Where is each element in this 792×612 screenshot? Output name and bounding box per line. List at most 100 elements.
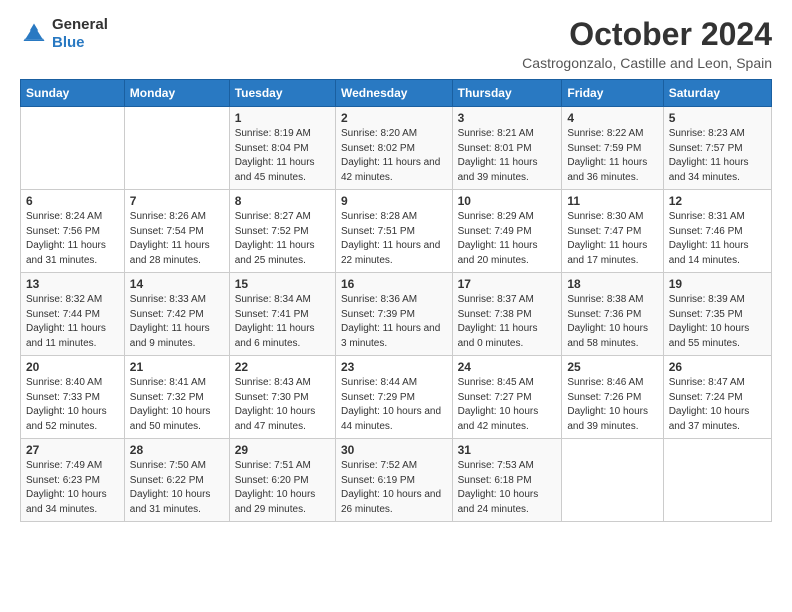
day-number: 5 [669, 111, 766, 125]
day-details: Sunrise: 8:39 AMSunset: 7:35 PMDaylight:… [669, 293, 766, 351]
header-day-saturday: Saturday [663, 80, 771, 107]
calendar-week-5: 27 Sunrise: 7:49 AMSunset: 6:23 PMDayligh… [21, 439, 772, 522]
day-details: Sunrise: 8:30 AMSunset: 7:47 PMDaylight:… [567, 210, 657, 268]
calendar-cell: 11 Sunrise: 8:30 AMSunset: 7:47 PMDayligh… [562, 190, 663, 273]
day-number: 4 [567, 111, 657, 125]
header-day-tuesday: Tuesday [229, 80, 335, 107]
day-number: 1 [235, 111, 330, 125]
day-number: 24 [458, 360, 557, 374]
calendar-cell: 31 Sunrise: 7:53 AMSunset: 6:18 PMDayligh… [452, 439, 562, 522]
calendar-cell: 18Sunrise: 8:38 AMSunset: 7:36 PMDayligh… [562, 273, 663, 356]
day-details: Sunrise: 8:36 AMSunset: 7:39 PMDaylight:… [341, 293, 447, 351]
day-number: 6 [26, 194, 119, 208]
header-day-sunday: Sunday [21, 80, 125, 107]
day-details: Sunrise: 8:22 AMSunset: 7:59 PMDaylight:… [567, 127, 657, 185]
day-details: Sunrise: 7:49 AMSunset: 6:23 PMDaylight:… [26, 459, 119, 517]
day-details: Sunrise: 8:28 AMSunset: 7:51 PMDaylight:… [341, 210, 447, 268]
day-details: Sunrise: 8:19 AMSunset: 8:04 PMDaylight:… [235, 127, 330, 185]
calendar-cell: 8Sunrise: 8:27 AMSunset: 7:52 PMDaylight… [229, 190, 335, 273]
calendar-cell: 13Sunrise: 8:32 AMSunset: 7:44 PMDayligh… [21, 273, 125, 356]
day-details: Sunrise: 8:37 AMSunset: 7:38 PMDaylight:… [458, 293, 557, 351]
day-number: 30 [341, 443, 447, 457]
day-number: 22 [235, 360, 330, 374]
day-details: Sunrise: 8:33 AMSunset: 7:42 PMDaylight:… [130, 293, 224, 351]
header-day-thursday: Thursday [452, 80, 562, 107]
main-title: October 2024 [522, 16, 772, 53]
day-details: Sunrise: 8:47 AMSunset: 7:24 PMDaylight:… [669, 376, 766, 434]
header: General Blue October 2024 Castrogonzalo,… [20, 16, 772, 71]
day-number: 25 [567, 360, 657, 374]
logo-text: General Blue [52, 16, 108, 52]
day-details: Sunrise: 7:52 AMSunset: 6:19 PMDaylight:… [341, 459, 447, 517]
logo-line1: General [52, 16, 108, 34]
day-details: Sunrise: 7:51 AMSunset: 6:20 PMDaylight:… [235, 459, 330, 517]
day-number: 7 [130, 194, 224, 208]
day-details: Sunrise: 8:43 AMSunset: 7:30 PMDaylight:… [235, 376, 330, 434]
calendar-cell: 6 Sunrise: 8:24 AMSunset: 7:56 PMDaylight… [21, 190, 125, 273]
calendar-cell: 17 Sunrise: 8:37 AMSunset: 7:38 PMDayligh… [452, 273, 562, 356]
day-details: Sunrise: 8:45 AMSunset: 7:27 PMDaylight:… [458, 376, 557, 434]
day-details: Sunrise: 8:29 AMSunset: 7:49 PMDaylight:… [458, 210, 557, 268]
calendar-cell: 7 Sunrise: 8:26 AMSunset: 7:54 PMDaylight… [124, 190, 229, 273]
day-details: Sunrise: 8:31 AMSunset: 7:46 PMDaylight:… [669, 210, 766, 268]
header-day-friday: Friday [562, 80, 663, 107]
calendar-header-row: SundayMondayTuesdayWednesdayThursdayFrid… [21, 80, 772, 107]
day-number: 16 [341, 277, 447, 291]
calendar-cell: 10Sunrise: 8:29 AMSunset: 7:49 PMDayligh… [452, 190, 562, 273]
day-details: Sunrise: 8:24 AMSunset: 7:56 PMDaylight:… [26, 210, 119, 268]
header-day-wednesday: Wednesday [335, 80, 452, 107]
day-number: 21 [130, 360, 224, 374]
day-number: 3 [458, 111, 557, 125]
calendar-cell: 24 Sunrise: 8:45 AMSunset: 7:27 PMDayligh… [452, 356, 562, 439]
calendar-cell [124, 107, 229, 190]
calendar-cell: 3 Sunrise: 8:21 AMSunset: 8:01 PMDaylight… [452, 107, 562, 190]
day-number: 27 [26, 443, 119, 457]
calendar-cell [663, 439, 771, 522]
day-number: 28 [130, 443, 224, 457]
calendar-cell: 2Sunrise: 8:20 AMSunset: 8:02 PMDaylight… [335, 107, 452, 190]
day-details: Sunrise: 7:53 AMSunset: 6:18 PMDaylight:… [458, 459, 557, 517]
day-details: Sunrise: 8:27 AMSunset: 7:52 PMDaylight:… [235, 210, 330, 268]
day-number: 15 [235, 277, 330, 291]
day-number: 31 [458, 443, 557, 457]
calendar-cell: 9 Sunrise: 8:28 AMSunset: 7:51 PMDaylight… [335, 190, 452, 273]
calendar-table: SundayMondayTuesdayWednesdayThursdayFrid… [20, 79, 772, 522]
day-number: 23 [341, 360, 447, 374]
calendar-cell: 12 Sunrise: 8:31 AMSunset: 7:46 PMDayligh… [663, 190, 771, 273]
calendar-cell: 28 Sunrise: 7:50 AMSunset: 6:22 PMDayligh… [124, 439, 229, 522]
calendar-cell: 26 Sunrise: 8:47 AMSunset: 7:24 PMDayligh… [663, 356, 771, 439]
calendar-cell: 14 Sunrise: 8:33 AMSunset: 7:42 PMDayligh… [124, 273, 229, 356]
day-details: Sunrise: 8:21 AMSunset: 8:01 PMDaylight:… [458, 127, 557, 185]
day-details: Sunrise: 8:26 AMSunset: 7:54 PMDaylight:… [130, 210, 224, 268]
calendar-cell: 5Sunrise: 8:23 AMSunset: 7:57 PMDaylight… [663, 107, 771, 190]
day-number: 14 [130, 277, 224, 291]
calendar-cell: 15 Sunrise: 8:34 AMSunset: 7:41 PMDayligh… [229, 273, 335, 356]
calendar-cell: 25 Sunrise: 8:46 AMSunset: 7:26 PMDayligh… [562, 356, 663, 439]
day-details: Sunrise: 8:34 AMSunset: 7:41 PMDaylight:… [235, 293, 330, 351]
day-details: Sunrise: 7:50 AMSunset: 6:22 PMDaylight:… [130, 459, 224, 517]
calendar-cell: 1 Sunrise: 8:19 AMSunset: 8:04 PMDaylight… [229, 107, 335, 190]
day-number: 11 [567, 194, 657, 208]
page: General Blue October 2024 Castrogonzalo,… [0, 0, 792, 612]
day-details: Sunrise: 8:44 AMSunset: 7:29 PMDaylight:… [341, 376, 447, 434]
day-number: 2 [341, 111, 447, 125]
day-number: 26 [669, 360, 766, 374]
calendar-cell: 22 Sunrise: 8:43 AMSunset: 7:30 PMDayligh… [229, 356, 335, 439]
calendar-cell: 19 Sunrise: 8:39 AMSunset: 7:35 PMDayligh… [663, 273, 771, 356]
calendar-cell: 21Sunrise: 8:41 AMSunset: 7:32 PMDayligh… [124, 356, 229, 439]
subtitle: Castrogonzalo, Castille and Leon, Spain [522, 55, 772, 71]
day-number: 18 [567, 277, 657, 291]
calendar-cell: 20Sunrise: 8:40 AMSunset: 7:33 PMDayligh… [21, 356, 125, 439]
day-number: 12 [669, 194, 766, 208]
logo: General Blue [20, 16, 108, 52]
calendar-cell: 30 Sunrise: 7:52 AMSunset: 6:19 PMDayligh… [335, 439, 452, 522]
day-details: Sunrise: 8:46 AMSunset: 7:26 PMDaylight:… [567, 376, 657, 434]
day-number: 17 [458, 277, 557, 291]
day-number: 20 [26, 360, 119, 374]
calendar-cell: 16 Sunrise: 8:36 AMSunset: 7:39 PMDayligh… [335, 273, 452, 356]
day-number: 19 [669, 277, 766, 291]
day-number: 29 [235, 443, 330, 457]
calendar-week-3: 13Sunrise: 8:32 AMSunset: 7:44 PMDayligh… [21, 273, 772, 356]
day-number: 9 [341, 194, 447, 208]
logo-line2: Blue [52, 34, 108, 52]
